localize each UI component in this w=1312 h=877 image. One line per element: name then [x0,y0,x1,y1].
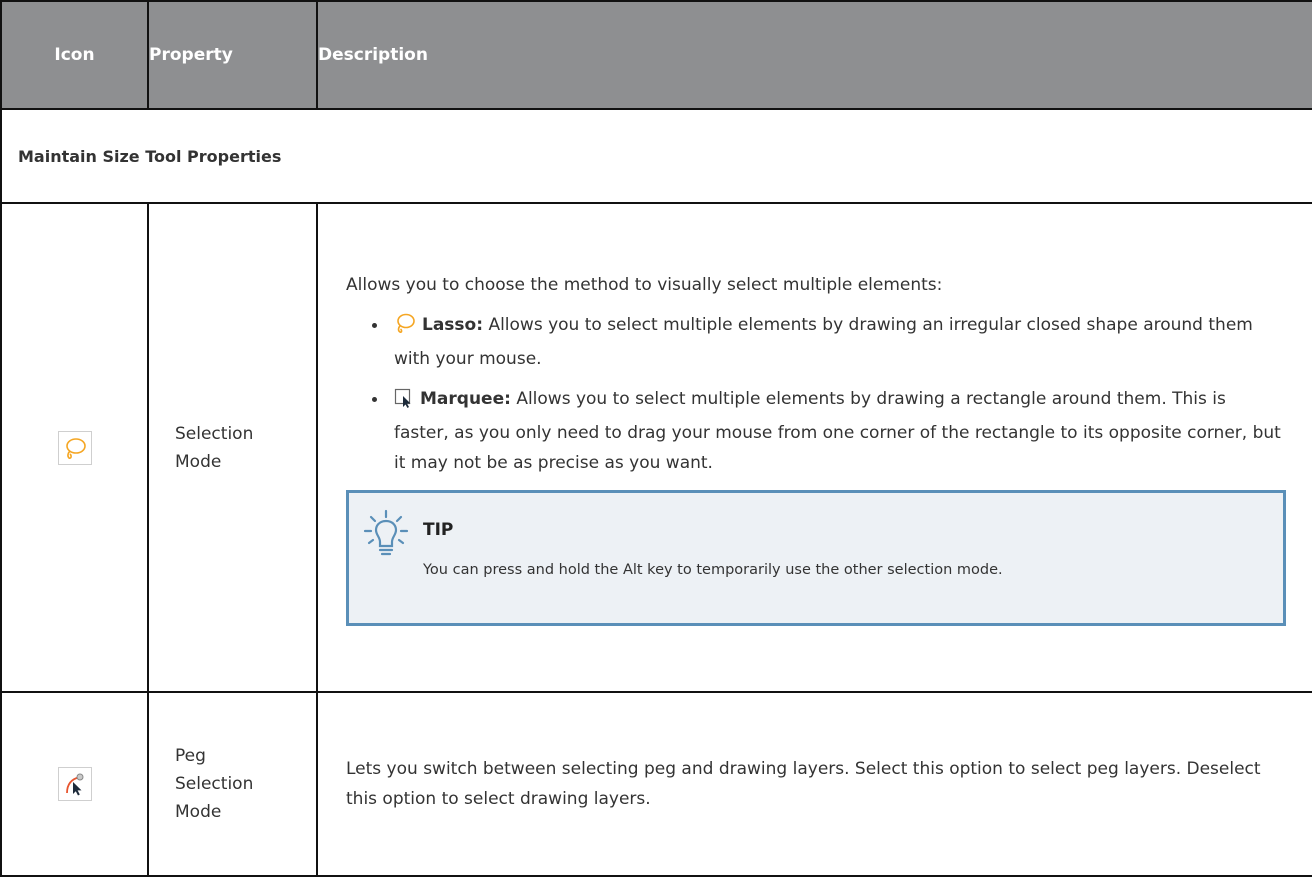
icon-cell [0,202,149,693]
mode-label: Marquee: [420,388,511,409]
property-cell: Peg Selection Mode [147,691,318,877]
table-header-row: Icon Property Description [0,0,1312,110]
section-row: Maintain Size Tool Properties [0,108,1312,204]
tip-title: TIP [423,519,454,540]
lasso-icon [394,312,416,344]
mode-label: Lasso: [422,314,484,335]
property-line: Selection [175,774,254,794]
description-intro: Allows you to choose the method to visua… [346,274,943,295]
marquee-icon [394,388,414,418]
property-line: Mode [175,802,222,822]
tip-text: You can press and hold the Alt key to te… [423,561,1003,578]
header-description: Description [316,0,1312,110]
property-line: Peg [175,746,206,766]
list-item: Lasso: Allows you to select multiple ele… [372,310,1286,374]
description-cell: Allows you to choose the method to visua… [316,202,1312,693]
property-line: Selection [175,423,254,444]
tip-box: TIP You can press and hold the Alt key t… [346,489,1286,626]
description-cell: Lets you switch between selecting peg an… [316,691,1312,877]
mode-text: Allows you to select multiple elements b… [394,388,1281,473]
list-item: Marquee: Allows you to select multiple e… [372,384,1286,478]
description-text: Lets you switch between selecting peg an… [346,759,1261,809]
lightbulb-icon [363,509,409,569]
section-title: Maintain Size Tool Properties [0,108,1312,204]
header-property: Property [147,0,318,110]
peg-selection-icon [57,767,92,801]
property-cell: Selection Mode [147,202,318,693]
tool-properties-table: Icon Property Description Maintain Size … [0,0,1312,877]
table-row: Selection Mode Allows you to choose the … [0,202,1312,693]
header-icon: Icon [0,0,149,110]
icon-cell [0,691,149,877]
property-line: Mode [175,451,222,472]
mode-text: Allows you to select multiple elements b… [394,314,1253,369]
lasso-icon [57,430,92,465]
table-row: Peg Selection Mode Lets you switch betwe… [0,691,1312,877]
mode-list: Lasso: Allows you to select multiple ele… [346,310,1286,478]
